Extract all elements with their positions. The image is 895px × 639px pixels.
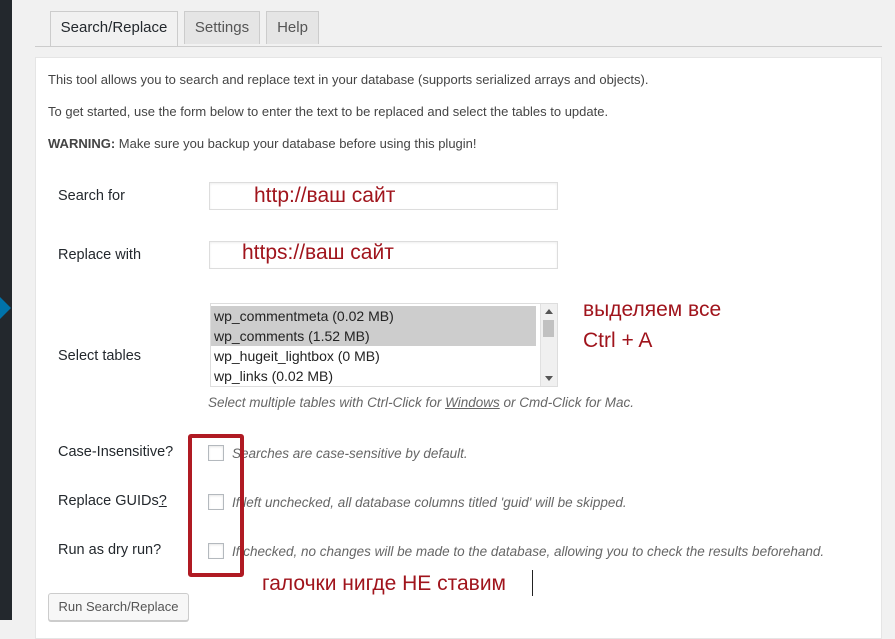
table-option[interactable]: wp_hugeit_lightbox (0 MB) bbox=[211, 346, 536, 366]
table-option[interactable]: wp_commentmeta (0.02 MB) bbox=[211, 306, 536, 326]
windows-link[interactable]: Windows bbox=[445, 395, 500, 410]
search-for-label: Search for bbox=[58, 188, 125, 204]
table-option[interactable]: wp_comments (1.52 MB) bbox=[211, 326, 536, 346]
annotation-replace: https://ваш сайт bbox=[242, 241, 394, 264]
dry-run-hint: If checked, no changes will be made to t… bbox=[232, 544, 825, 559]
annotation-no-checks: галочки нигде НЕ ставим bbox=[262, 572, 506, 595]
dry-run-label: Run as dry run? bbox=[58, 542, 162, 558]
tables-scrollbar[interactable] bbox=[540, 304, 557, 386]
replace-guids-label: Replace GUIDs? bbox=[58, 493, 167, 509]
tables-hint: Select multiple tables with Ctrl-Click f… bbox=[208, 395, 634, 410]
tab-bar: Search/Replace Settings Help bbox=[35, 0, 882, 47]
intro-text: This tool allows you to search and repla… bbox=[48, 72, 649, 87]
current-menu-arrow-icon bbox=[0, 297, 11, 319]
checkbox-highlight-frame bbox=[188, 434, 244, 577]
admin-sidebar bbox=[0, 0, 12, 620]
table-option[interactable]: wp_links (0.02 MB) bbox=[211, 366, 536, 386]
annotation-search: http://ваш сайт bbox=[254, 184, 396, 207]
run-search-replace-button[interactable]: Run Search/Replace bbox=[48, 593, 189, 621]
tables-select[interactable]: wp_commentmeta (0.02 MB) wp_comments (1.… bbox=[210, 303, 558, 387]
tables-hint-pre: Select multiple tables with Ctrl-Click f… bbox=[208, 395, 446, 410]
annotation-ctrl-a: Ctrl + A bbox=[583, 329, 653, 352]
tables-hint-post: or Cmd-Click for Mac. bbox=[499, 395, 634, 410]
warning-message: Make sure you backup your database befor… bbox=[115, 136, 477, 151]
guids-help-link[interactable]: ? bbox=[159, 493, 167, 509]
case-insensitive-label: Case-Insensitive? bbox=[58, 444, 174, 460]
instructions-text: To get started, use the form below to en… bbox=[48, 104, 609, 119]
scroll-down-icon[interactable] bbox=[545, 376, 553, 381]
tab-settings[interactable]: Settings bbox=[184, 11, 260, 44]
case-insensitive-hint: Searches are case-sensitive by default. bbox=[232, 446, 468, 461]
scroll-thumb[interactable] bbox=[543, 320, 554, 337]
text-cursor bbox=[532, 570, 533, 596]
warning-label: WARNING: bbox=[48, 136, 116, 151]
scroll-up-icon[interactable] bbox=[545, 309, 553, 314]
annotation-select-all: выделяем все bbox=[583, 298, 722, 321]
replace-guids-hint: If left unchecked, all database columns … bbox=[232, 495, 627, 510]
replace-guids-text: Replace GUIDs bbox=[58, 493, 159, 509]
replace-with-label: Replace with bbox=[58, 247, 142, 263]
tab-search-replace[interactable]: Search/Replace bbox=[50, 11, 178, 46]
warning-text: WARNING: Make sure you backup your datab… bbox=[48, 136, 477, 151]
select-tables-label: Select tables bbox=[58, 348, 142, 364]
search-replace-panel: This tool allows you to search and repla… bbox=[35, 57, 882, 639]
tab-help[interactable]: Help bbox=[266, 11, 319, 44]
